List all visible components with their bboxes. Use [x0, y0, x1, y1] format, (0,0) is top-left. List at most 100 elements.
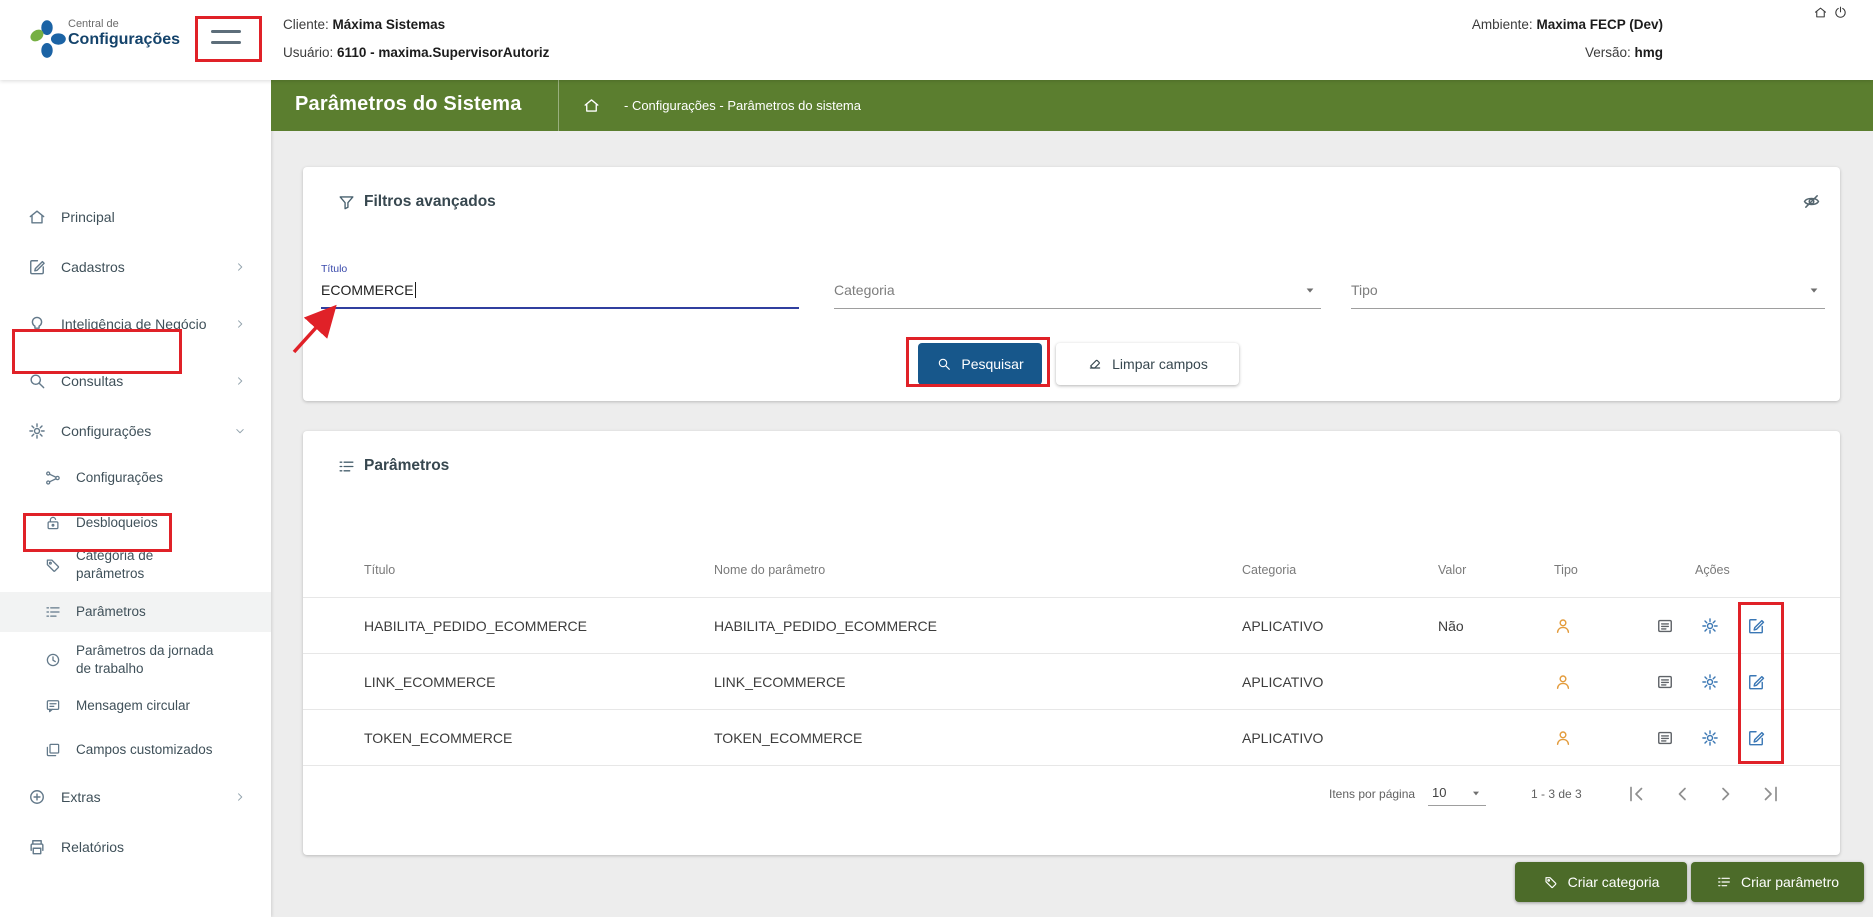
sidebar-item-label: Parâmetros: [76, 604, 146, 620]
tipo-placeholder: Tipo: [1351, 282, 1378, 298]
breadcrumb-home-icon[interactable]: [582, 96, 601, 115]
sidebar-item-extras[interactable]: Extras: [0, 776, 271, 818]
sidebar-subitem-parametros-da-jornada[interactable]: Parâmetros da jornada de trabalho: [0, 634, 271, 686]
pesquisar-label: Pesquisar: [961, 356, 1024, 372]
text-cursor: [414, 282, 417, 298]
tag-icon: [1543, 874, 1559, 890]
cell-titulo: LINK_ECOMMERCE: [364, 674, 496, 690]
hide-filters-icon[interactable]: [1801, 191, 1822, 212]
dropdown-caret-icon: [1301, 281, 1319, 299]
menu-toggle-button[interactable]: [211, 30, 245, 50]
pagination-bar: Itens por página 10 1 - 3 de 3: [303, 765, 1840, 821]
sidebar-subitem-configuracoes[interactable]: Configurações: [0, 457, 271, 499]
sidebar-item-label: Campos customizados: [76, 742, 213, 758]
sidebar-item-principal[interactable]: Principal: [0, 196, 271, 238]
categoria-placeholder: Categoria: [834, 282, 895, 298]
column-header-titulo: Título: [364, 563, 396, 577]
home-icon: [27, 207, 47, 227]
pagination-range: 1 - 3 de 3: [1531, 787, 1582, 801]
user-label: Usuário:: [283, 45, 334, 60]
home-icon[interactable]: [1813, 5, 1828, 20]
version-info: Versão: hmg: [1585, 45, 1663, 60]
brand-logo-icon: [30, 20, 66, 58]
list-icon: [44, 603, 62, 621]
criar-parametro-button[interactable]: Criar parâmetro: [1691, 862, 1864, 902]
items-per-page-value: 10: [1432, 785, 1447, 800]
first-page-icon[interactable]: [1624, 782, 1648, 806]
filter-icon: [337, 193, 356, 212]
logout-icon[interactable]: [1833, 5, 1848, 20]
gear-icon: [27, 421, 47, 441]
sidebar-item-label: Extras: [61, 788, 101, 805]
cell-categoria: APLICATIVO: [1242, 618, 1324, 634]
edit-box-icon: [27, 257, 47, 277]
column-header-tipo: Tipo: [1554, 563, 1578, 577]
sidebar-subitem-parametros[interactable]: Parâmetros: [0, 592, 271, 632]
search-icon: [27, 371, 47, 391]
sidebar-subitem-categoria-de-parametros[interactable]: Categoria de parâmetros: [0, 539, 271, 591]
unlock-icon: [44, 514, 62, 532]
chevron-down-icon: [233, 424, 247, 438]
sidebar-item-cadastros[interactable]: Cadastros: [0, 246, 271, 288]
user-icon: [1553, 710, 1573, 766]
next-page-icon[interactable]: [1714, 782, 1738, 806]
brand-line2: Configurações: [68, 30, 181, 48]
titulo-label: Título: [321, 263, 348, 275]
environment-info: Ambiente: Maxima FECP (Dev): [1472, 17, 1663, 32]
last-page-icon[interactable]: [1759, 782, 1783, 806]
brand-line1: Central de: [68, 18, 119, 30]
sidebar-item-label: Cadastros: [61, 258, 125, 275]
printer-icon: [27, 837, 47, 857]
version-value: hmg: [1634, 45, 1664, 60]
row-settings-icon[interactable]: [1700, 616, 1720, 636]
filters-title: Filtros avançados: [364, 193, 496, 210]
brand-logo-text: Central de Configurações: [68, 18, 180, 49]
chevron-right-icon: [233, 374, 247, 388]
sidebar-item-configuracoes[interactable]: Configurações: [0, 410, 271, 452]
row-settings-icon[interactable]: [1700, 728, 1720, 748]
sidebar-item-consultas[interactable]: Consultas: [0, 360, 271, 402]
column-header-valor: Valor: [1438, 563, 1467, 577]
sidebar-item-label: Configurações: [76, 470, 164, 486]
items-per-page-label: Itens por página: [1329, 787, 1416, 801]
criar-categoria-button[interactable]: Criar categoria: [1515, 862, 1687, 902]
top-header: Central de Configurações Cliente: Máxima…: [0, 0, 1873, 80]
row-settings-icon[interactable]: [1700, 672, 1720, 692]
titulo-input[interactable]: Título ECOMMERCE: [321, 263, 799, 309]
bulb-icon: [27, 314, 47, 334]
categoria-select[interactable]: Categoria: [834, 267, 1321, 309]
column-header-nome: Nome do parâmetro: [714, 563, 826, 577]
app-root: Central de Configurações Cliente: Máxima…: [0, 0, 1873, 917]
row-edit-icon[interactable]: [1746, 672, 1766, 692]
page-title-bar: Parâmetros do Sistema - Configurações - …: [271, 80, 1873, 131]
sidebar-subitem-mensagem-circular[interactable]: Mensagem circular: [0, 686, 271, 726]
row-message-icon[interactable]: [1655, 616, 1675, 636]
client-label: Cliente:: [283, 17, 329, 32]
user-icon: [1553, 654, 1573, 710]
row-edit-icon[interactable]: [1746, 616, 1766, 636]
cell-nome: TOKEN_ECOMMERCE: [714, 730, 863, 746]
user-icon: [1553, 598, 1573, 654]
sidebar-subitem-desbloqueios[interactable]: Desbloqueios: [0, 502, 271, 544]
row-message-icon[interactable]: [1655, 672, 1675, 692]
previous-page-icon[interactable]: [1670, 782, 1694, 806]
sidebar-item-inteligencia-de-negocio[interactable]: Inteligência de Negócio: [0, 296, 271, 352]
sidebar-item-label: Desbloqueios: [76, 515, 158, 531]
user-value: 6110 - maxima.SupervisorAutoriz: [337, 45, 550, 60]
pesquisar-button[interactable]: Pesquisar: [918, 343, 1042, 385]
tipo-select[interactable]: Tipo: [1351, 267, 1825, 309]
limpar-campos-button[interactable]: Limpar campos: [1056, 343, 1239, 385]
filters-card: Filtros avançados Título ECOMMERCE Categ…: [303, 167, 1840, 401]
items-per-page-select[interactable]: 10: [1428, 782, 1486, 806]
cell-titulo: HABILITA_PEDIDO_ECOMMERCE: [364, 618, 588, 634]
breadcrumb: - Configurações - Parâmetros do sistema: [624, 98, 861, 113]
sidebar-item-relatorios[interactable]: Relatórios: [0, 826, 271, 868]
criar-categoria-label: Criar categoria: [1567, 874, 1660, 890]
sidebar-item-label: Relatórios: [61, 838, 125, 855]
row-message-icon[interactable]: [1655, 728, 1675, 748]
parametros-card: Parâmetros Título Nome do parâmetro Cate…: [303, 431, 1840, 855]
row-edit-icon[interactable]: [1746, 728, 1766, 748]
cell-categoria: APLICATIVO: [1242, 674, 1324, 690]
sidebar-subitem-campos-customizados[interactable]: Campos customizados: [0, 730, 271, 770]
sidebar-item-label: Parâmetros da jornada de trabalho: [76, 643, 214, 676]
